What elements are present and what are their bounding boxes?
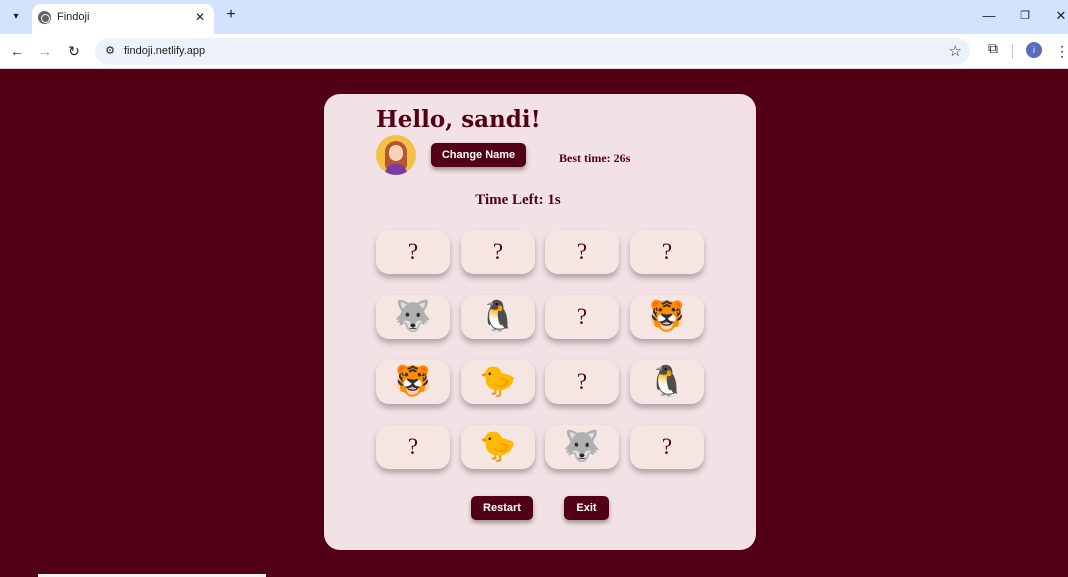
memory-card-hidden[interactable]: ? <box>545 230 619 274</box>
browser-menu-icon[interactable]: ⋮ <box>1055 41 1068 61</box>
memory-card-penguin[interactable]: 🐧 <box>630 360 704 404</box>
tiger-icon: 🐯 <box>394 365 432 398</box>
game-card: Hello, sandi! Change Name Best time: 26s… <box>324 94 756 550</box>
address-bar[interactable]: ⚙ findoji.netlify.app ☆ <box>95 38 970 65</box>
change-name-button[interactable]: Change Name <box>431 143 526 167</box>
globe-icon <box>38 11 51 24</box>
memory-card-chick[interactable]: 🐤 <box>461 425 535 469</box>
husky-icon: 🐺 <box>394 300 432 333</box>
back-button[interactable]: ← <box>7 41 27 61</box>
browser-toolbar: ← → ↻ ⚙ findoji.netlify.app ☆ ⧉ i ⋮ <box>0 34 1068 69</box>
site-info-icon[interactable]: ⚙ <box>103 44 117 58</box>
penguin-icon: 🐧 <box>648 365 686 398</box>
tiger-icon: 🐯 <box>648 300 686 333</box>
reload-button[interactable]: ↻ <box>64 41 84 61</box>
tab-findoji[interactable]: Findoji ✕ <box>32 4 214 34</box>
new-tab-button[interactable]: + <box>222 6 240 24</box>
memory-card-hidden[interactable]: ? <box>630 425 704 469</box>
time-left-text: Time Left: 1s <box>475 192 561 208</box>
tab-title: Findoji <box>57 11 90 23</box>
husky-icon: 🐺 <box>563 430 601 463</box>
restart-button[interactable]: Restart <box>471 496 533 520</box>
memory-card-husky[interactable]: 🐺 <box>545 425 619 469</box>
question-mark: ? <box>492 239 504 264</box>
memory-card-tiger[interactable]: 🐯 <box>630 295 704 339</box>
memory-card-hidden[interactable]: ? <box>545 295 619 339</box>
exit-button[interactable]: Exit <box>564 496 609 520</box>
tab-bar: ▾ Findoji ✕ + — ❐ ✕ <box>0 0 1068 34</box>
chick-icon: 🐤 <box>479 430 517 463</box>
memory-card-hidden[interactable]: ? <box>376 230 450 274</box>
memory-card-hidden[interactable]: ? <box>376 425 450 469</box>
greeting-heading: Hello, sandi! <box>376 106 541 133</box>
memory-card-penguin[interactable]: 🐧 <box>461 295 535 339</box>
question-mark: ? <box>661 239 673 264</box>
memory-card-husky[interactable]: 🐺 <box>376 295 450 339</box>
memory-card-tiger[interactable]: 🐯 <box>376 360 450 404</box>
memory-card-hidden[interactable]: ? <box>545 360 619 404</box>
question-mark: ? <box>661 434 673 459</box>
question-mark: ? <box>576 369 588 394</box>
question-mark: ? <box>576 239 588 264</box>
window-close-button[interactable]: ✕ <box>1050 6 1068 26</box>
user-avatar <box>376 135 416 175</box>
memory-card-hidden[interactable]: ? <box>630 230 704 274</box>
chick-icon: 🐤 <box>479 365 517 398</box>
bookmark-star-icon[interactable]: ☆ <box>949 42 962 60</box>
penguin-icon: 🐧 <box>479 300 517 333</box>
profile-avatar[interactable]: i <box>1026 42 1042 58</box>
restore-button[interactable]: ❐ <box>1014 6 1036 26</box>
tab-close-button[interactable]: ✕ <box>192 9 208 25</box>
question-mark: ? <box>407 239 419 264</box>
memory-card-chick[interactable]: 🐤 <box>461 360 535 404</box>
best-time-text: Best time: 26s <box>559 151 631 165</box>
memory-card-hidden[interactable]: ? <box>461 230 535 274</box>
tab-search-button[interactable]: ▾ <box>6 6 26 26</box>
minimize-button[interactable]: — <box>978 6 1000 26</box>
extensions-icon[interactable]: ⧉ <box>983 40 1003 60</box>
question-mark: ? <box>407 434 419 459</box>
question-mark: ? <box>576 304 588 329</box>
url-text[interactable]: findoji.netlify.app <box>124 45 205 57</box>
forward-button[interactable]: → <box>35 41 55 61</box>
toolbar-divider <box>1012 44 1013 59</box>
